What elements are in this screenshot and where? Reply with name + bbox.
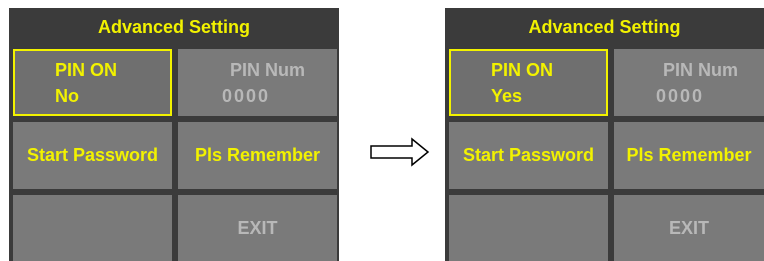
screen-title: Advanced Setting	[97, 16, 251, 37]
pls-remember-label: Pls Remember	[194, 145, 321, 165]
screen-title: Advanced Setting	[528, 16, 681, 37]
exit-label: EXIT	[668, 217, 709, 238]
pin-num-label: PIN Num	[663, 60, 739, 80]
start-password-label: Start Password	[26, 145, 159, 165]
pin-on-button[interactable]: PIN ON Yes	[449, 49, 608, 116]
advanced-setting-screen-after: Advanced Setting PIN ON Yes PIN Num 0000…	[445, 8, 764, 261]
start-password-button[interactable]: Start Password	[449, 122, 608, 189]
pin-num-label: PIN Num	[230, 60, 306, 80]
empty-button	[13, 195, 172, 261]
pls-remember-button[interactable]: Pls Remember	[614, 122, 764, 189]
pin-on-label: PIN ON	[55, 60, 118, 80]
pls-remember-button[interactable]: Pls Remember	[178, 122, 337, 189]
start-password-label: Start Password	[462, 145, 595, 165]
exit-button[interactable]: EXIT	[178, 195, 337, 261]
right-arrow-icon	[370, 137, 430, 167]
pin-on-button[interactable]: PIN ON No	[13, 49, 172, 116]
pls-remember-label: Pls Remember	[626, 145, 752, 165]
empty-button	[449, 195, 608, 261]
exit-label: EXIT	[237, 217, 278, 238]
pin-num-button[interactable]: PIN Num 0000	[614, 49, 764, 116]
start-password-button[interactable]: Start Password	[13, 122, 172, 189]
pin-num-value: 0000	[656, 86, 705, 106]
pin-on-value: No	[55, 86, 79, 106]
exit-button[interactable]: EXIT	[614, 195, 764, 261]
pin-on-value: Yes	[491, 86, 523, 106]
advanced-setting-screen-before: Advanced Setting PIN ON No PIN Num 0000 …	[9, 8, 339, 261]
pin-on-label: PIN ON	[491, 60, 554, 80]
pin-num-button[interactable]: PIN Num 0000	[178, 49, 337, 116]
pin-num-value: 0000	[222, 86, 271, 106]
